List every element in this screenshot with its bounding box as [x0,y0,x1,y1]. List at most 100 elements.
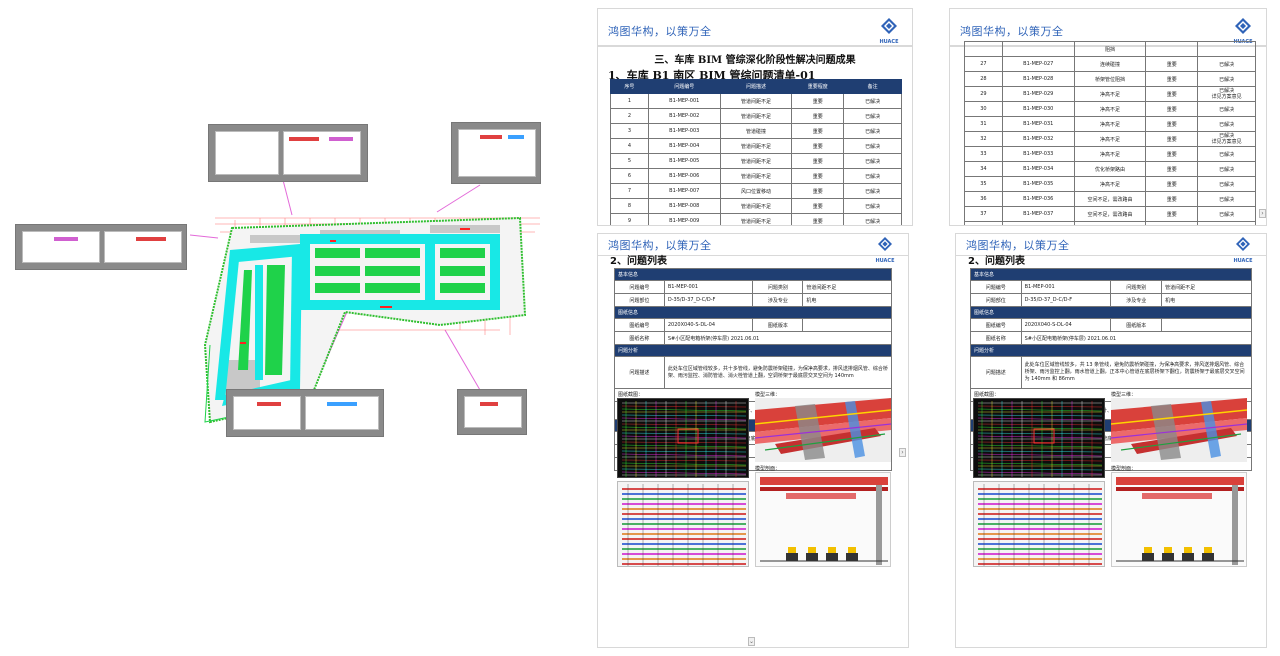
table-cell: 空间不足，需改路由 [1073,191,1147,207]
company-slogan: 鸿图华构，以策万全 [960,25,1064,38]
table-cell: 38 [964,221,1003,225]
scroll-down-handle[interactable]: ⌄ [748,637,755,646]
table-cell: B1-MEP-032 [1001,131,1075,147]
issue-images: 图纸截图： 模型三维： 模型剖面： [614,388,892,567]
company-slogan: 鸿图华构，以策万全 [608,239,712,252]
table-cell: 管道间距不足 [719,153,793,169]
table-row: 34 B1-MEP-034 优化桥架路由 重要 已解决 [964,161,1256,177]
table-cell: 已解决 [1197,191,1256,207]
table-cell: B1-MEP-005 [647,153,721,169]
table-cell: 已解决 [1197,221,1256,225]
table-cell: 风口位置移动 [719,183,793,199]
document-page-issue-list-1: 鸿图华构，以策万全 HUACE 三、车库 BIM 管综深化阶段性解决问题成果 1… [597,8,913,226]
table-cell: B1-MEP-004 [647,138,721,154]
form-section-header: 基本信息 [970,268,1252,281]
table-header-cell: 序号 [610,79,649,94]
table-row: 28 B1-MEP-028 桥架管位阻挡 重要 已解决 [964,71,1256,87]
document-page-issue-detail-2: 鸿图华构，以策万全 HUACE 2、问题列表 基本信息 问题编号 B1-MEP-00… [955,233,1267,648]
model-3d-view [755,398,891,462]
table-cell: 桥架管位阻挡 [1073,71,1147,87]
table-cell: 已解决 [1197,161,1256,177]
form-section-row: 图纸信息 [614,306,892,319]
table-row: 33 B1-MEP-033 净高不足 重要 已解决 [964,146,1256,162]
table-cell: 9 [610,213,649,225]
table-cell: B1-MEP-002 [647,108,721,124]
table-cell: B1-MEP-037 [1001,206,1075,222]
table-cell: 重要 [791,93,845,109]
logo-word: HUACE [879,39,899,45]
form-row: 图纸名称 S#小区配电箱桥架(停车层) 2021.06.01 [614,331,893,345]
table-cell: 已解决 [843,168,902,184]
table-cell: 净高不足 [1073,146,1147,162]
table-cell: 重要 [1145,56,1199,72]
table-cell: 重要 [791,183,845,199]
diamond-logo-icon [1236,237,1250,251]
scroll-right-handle[interactable]: › [899,448,906,457]
canvas: 鸿图华构，以策万全 HUACE 三、车库 BIM 管综深化阶段性解决问题成果 1… [0,0,1280,656]
table-cell: 27 [964,56,1003,72]
table-cell: 已解决 [843,213,902,225]
table-cell: 6 [610,168,649,184]
form-section-row: 问题分析 [970,344,1252,357]
cad-drawing-screenshot [973,398,1105,478]
table-row: 1 B1-MEP-001 管道间距不足 重要 已解决 [610,93,902,109]
callout-thumbnail-bottom-center [226,389,384,437]
table-cell: 已解决 [1197,206,1256,222]
table-cell: B1-MEP-001 [647,93,721,109]
callout-thumbnail-bottom-right [457,389,527,435]
logo-word: HUACE [1233,258,1253,264]
form-cell [802,318,892,332]
table-cell: B1-MEP-027 [1001,56,1075,72]
table-cell: 重要 [1145,71,1199,87]
table-cell: 重要 [1145,161,1199,177]
form-section-header: 问题分析 [614,344,892,357]
table-cell: 管道间距不足 [719,93,793,109]
company-slogan: 鸿图华构，以策万全 [608,25,712,38]
table-cell: 重要 [1145,146,1199,162]
form-cell: 问题编号 [970,280,1022,294]
issue-list-title: 2、问题列表 [610,256,667,267]
form-cell: 图纸名称 [614,331,665,345]
table-header-cell: 重要程度 [791,79,845,94]
table-cell: 已解决 [1197,176,1256,192]
table-cell: 管道间距不足 [719,108,793,124]
issue-list-table-continued: 阻挡 27 B1-MEP-027 连续碰撞 重要 已解决 28 B1-MEP-028 桥架管位… [964,41,1256,225]
table-header-cell: 备注 [843,79,902,94]
model-3d-view [1111,398,1247,462]
form-cell: 2020X040-S-DL-04 [663,318,754,332]
table-cell: B1-MEP-006 [647,168,721,184]
form-cell: 此处车位区域管线较多，共 13 条管线，避免防震桥架碰撞，为保净高要求，排风送排… [1020,356,1253,389]
cad-label: 图纸截图： [974,392,1000,398]
form-section-header: 问题分析 [970,344,1252,357]
cad-drawing-screenshot-2 [973,481,1105,567]
form-cell: 问题描述 [970,356,1022,389]
company-slogan: 鸿图华构，以策万全 [966,239,1070,252]
table-cell: 优化桥架路由 [1073,161,1147,177]
cad-drawing-screenshot [617,398,749,478]
table-cell: 7 [610,183,649,199]
diamond-logo-icon [1235,18,1251,34]
table-cell: 已解决 [1197,101,1256,117]
form-cell: S#小区配电箱桥架(停车层) 2021.06.01 [663,331,893,345]
form-row: 问题描述 此处车位区域管线较多，共 13 条管线，避免防震桥架碰撞，为保净高要求，… [970,356,1253,389]
table-cell: 5 [610,153,649,169]
table-row: 阻挡 [964,41,1256,57]
table-row: 2 B1-MEP-002 管道间距不足 重要 已解决 [610,108,902,124]
table-cell: 净高不足 [1073,116,1147,132]
table-cell: 重要 [1145,86,1199,102]
callout-thumbnail-top-center [208,124,368,182]
table-cell: 已解决 详见方案意见 [1197,86,1256,102]
table-row: 6 B1-MEP-006 管道间距不足 重要 已解决 [610,168,902,184]
table-cell: 已解决 [843,198,902,214]
table-row: 29 B1-MEP-029 净高不足 重要 已解决 详见方案意见 [964,86,1256,102]
form-cell: B1-MEP-001 [663,280,754,294]
table-cell: 重要 [1145,116,1199,132]
form-cell: 问题编号 [614,280,665,294]
table-cell: 已解决 [843,108,902,124]
table-cell: 已解决 [1197,116,1256,132]
table-cell: 1 [610,93,649,109]
table-cell: B1-MEP-003 [647,123,721,139]
form-cell: 图纸名称 [970,331,1022,345]
scroll-right-handle[interactable]: › [1259,209,1266,218]
table-row: 3 B1-MEP-003 管道碰撞 重要 已解决 [610,123,902,139]
